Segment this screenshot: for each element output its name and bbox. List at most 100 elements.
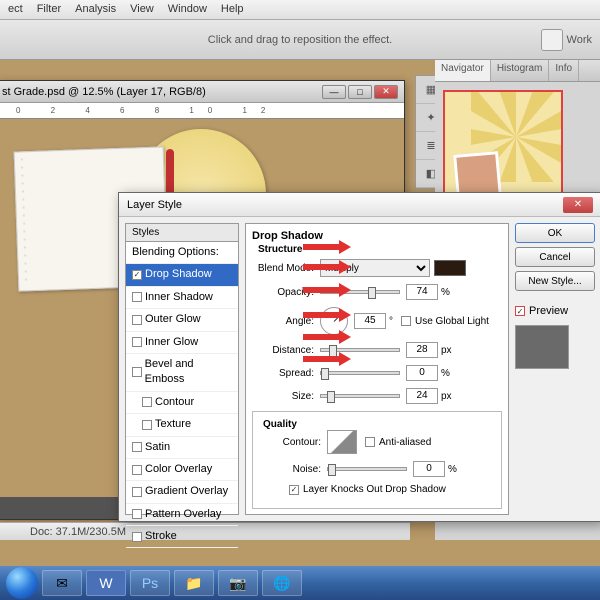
checkbox-icon[interactable] [132, 367, 142, 377]
options-bar: Click and drag to reposition the effect.… [0, 20, 600, 60]
global-light-checkbox[interactable] [401, 316, 411, 326]
angle-row: Angle: 45 ° Use Global Light [252, 307, 502, 335]
opacity-value[interactable]: 74 [406, 284, 438, 300]
style-contour[interactable]: Contour [126, 392, 238, 414]
taskbar-item[interactable]: W [86, 570, 126, 596]
checkbox-icon[interactable] [142, 420, 152, 430]
maximize-button[interactable]: □ [348, 85, 372, 99]
unit-label: px [441, 345, 452, 356]
style-inner-shadow[interactable]: Inner Shadow [126, 287, 238, 309]
style-outer-glow[interactable]: Outer Glow [126, 309, 238, 331]
angle-value[interactable]: 45 [354, 313, 386, 329]
menu-item[interactable]: Window [168, 3, 207, 16]
checkbox-icon[interactable] [132, 487, 142, 497]
contour-picker[interactable] [327, 430, 357, 454]
checkbox-icon[interactable] [132, 532, 142, 542]
checkbox-icon[interactable] [132, 442, 142, 452]
taskbar-item[interactable]: 🌐 [262, 570, 302, 596]
style-drop-shadow[interactable]: Drop Shadow [126, 264, 238, 286]
tab-histogram[interactable]: Histogram [491, 60, 550, 81]
unit-label: % [448, 464, 457, 475]
hint-text: Click and drag to reposition the effect. [208, 34, 392, 46]
annotation-arrow-icon [303, 330, 351, 344]
size-value[interactable]: 24 [406, 388, 438, 404]
screen-mode-icon[interactable] [541, 29, 563, 51]
style-bevel-emboss[interactable]: Bevel and Emboss [126, 354, 238, 392]
shadow-color-swatch[interactable] [434, 260, 466, 276]
checkbox-icon[interactable] [132, 315, 142, 325]
section-title: Drop Shadow [252, 230, 502, 242]
opacity-row: Opacity: 74 % [252, 284, 502, 300]
noise-slider[interactable] [327, 467, 407, 471]
windows-taskbar[interactable]: ✉ W Ps 📁 📷 🌐 [0, 566, 600, 600]
global-light-label: Use Global Light [415, 316, 489, 327]
ok-button[interactable]: OK [515, 223, 595, 243]
layer-style-dialog: Layer Style ✕ Styles Blending Options: D… [118, 192, 600, 522]
spread-value[interactable]: 0 [406, 365, 438, 381]
menu-item[interactable]: Analysis [75, 3, 116, 16]
menu-item[interactable]: Filter [37, 3, 61, 16]
tab-info[interactable]: Info [549, 60, 579, 81]
size-slider[interactable] [320, 394, 400, 398]
checkbox-icon[interactable] [142, 397, 152, 407]
checkbox-icon[interactable] [132, 270, 142, 280]
checkbox-icon[interactable] [132, 292, 142, 302]
style-texture[interactable]: Texture [126, 414, 238, 436]
dialog-buttons: OK Cancel New Style... Preview [515, 223, 595, 515]
taskbar-item[interactable]: 📁 [174, 570, 214, 596]
quality-group: Quality Contour: Anti-aliased Noise: 0 %… [252, 411, 502, 509]
new-style-button[interactable]: New Style... [515, 271, 595, 291]
unit-label: % [441, 287, 450, 298]
size-row: Size: 24 px [252, 388, 502, 404]
menu-item[interactable]: View [130, 3, 154, 16]
cancel-button[interactable]: Cancel [515, 247, 595, 267]
noise-value[interactable]: 0 [413, 461, 445, 477]
checkbox-icon[interactable] [132, 337, 142, 347]
style-inner-glow[interactable]: Inner Glow [126, 332, 238, 354]
checkbox-icon[interactable] [132, 465, 142, 475]
preview-toggle[interactable]: Preview [515, 305, 595, 317]
doc-titlebar[interactable]: st Grade.psd @ 12.5% (Layer 17, RGB/8) —… [0, 81, 404, 103]
workspace-label: Work [567, 34, 592, 46]
minimize-button[interactable]: — [322, 85, 346, 99]
antialiased-checkbox[interactable] [365, 437, 375, 447]
unit-label: ° [389, 316, 393, 327]
taskbar-item[interactable]: ✉ [42, 570, 82, 596]
annotation-arrow-icon [303, 308, 351, 322]
distance-row: Distance: 28 px [252, 342, 502, 358]
style-pattern-overlay[interactable]: Pattern Overlay [126, 504, 238, 526]
doc-title: st Grade.psd @ 12.5% (Layer 17, RGB/8) [2, 86, 206, 98]
dialog-title: Layer Style [127, 199, 182, 211]
style-color-overlay[interactable]: Color Overlay [126, 459, 238, 481]
knockout-checkbox[interactable] [289, 485, 299, 495]
unit-label: % [441, 368, 450, 379]
distance-value[interactable]: 28 [406, 342, 438, 358]
spread-slider[interactable] [320, 371, 400, 375]
preview-checkbox[interactable] [515, 306, 525, 316]
style-stroke[interactable]: Stroke [126, 526, 238, 548]
antialiased-label: Anti-aliased [379, 437, 431, 448]
style-gradient-overlay[interactable]: Gradient Overlay [126, 481, 238, 503]
taskbar-item[interactable]: Ps [130, 570, 170, 596]
dialog-close-button[interactable]: ✕ [563, 197, 593, 213]
styles-header[interactable]: Styles [126, 224, 238, 242]
knockout-label: Layer Knocks Out Drop Shadow [303, 484, 446, 495]
style-blending-options[interactable]: Blending Options: [126, 242, 238, 264]
dialog-titlebar[interactable]: Layer Style ✕ [119, 193, 600, 217]
contour-label: Contour: [259, 437, 327, 448]
menu-item[interactable]: ect [8, 3, 23, 16]
tab-navigator[interactable]: Navigator [435, 60, 491, 81]
preview-swatch [515, 325, 569, 369]
menu-item[interactable]: Help [221, 3, 244, 16]
quality-label: Quality [259, 419, 301, 430]
noise-label: Noise: [259, 464, 327, 475]
checkbox-icon[interactable] [132, 509, 142, 519]
close-button[interactable]: ✕ [374, 85, 398, 99]
taskbar-item[interactable]: 📷 [218, 570, 258, 596]
annotation-arrow-icon [303, 260, 351, 274]
spread-row: Spread: 0 % [252, 365, 502, 381]
start-button[interactable] [6, 567, 38, 599]
workspace-switcher[interactable]: Work [541, 29, 592, 51]
effect-settings: Drop Shadow Structure Blend Mode: Multip… [245, 223, 509, 515]
style-satin[interactable]: Satin [126, 437, 238, 459]
